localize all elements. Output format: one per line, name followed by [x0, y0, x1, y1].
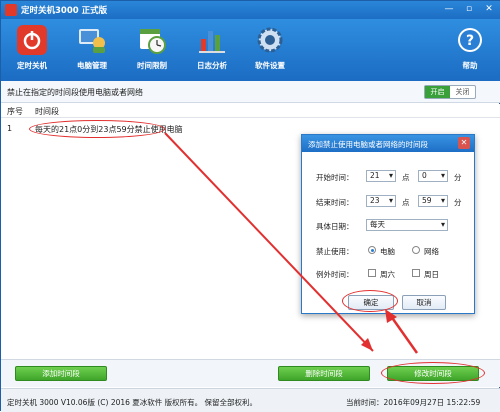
section-title: 禁止在指定的时间段使用电脑或者网络 — [7, 88, 143, 97]
app-logo-icon — [5, 4, 17, 16]
start-time-label: 开始时间： — [316, 173, 354, 182]
minute-unit: 分 — [454, 173, 462, 182]
start-minute-select[interactable]: 0 — [418, 170, 448, 182]
dialog-title: 添加禁止使用电脑或者网络的时间段 — [308, 140, 428, 149]
annotation-ellipse-modify — [381, 362, 485, 384]
title-bar: 定时关机3000 正式版 — ▫ ✕ — [1, 1, 500, 19]
radio-computer-label: 电脑 — [380, 247, 395, 256]
copyright-text: 定时关机 3000 V10.06版 (C) 2016 夏冰软件 版权所有。 保留… — [7, 398, 258, 407]
toggle-on[interactable]: 开启 — [425, 86, 450, 98]
dialog-title-bar: 添加禁止使用电脑或者网络的时间段 ✕ — [302, 135, 474, 152]
help-icon: ? — [455, 25, 485, 55]
delete-period-button[interactable]: 删除时间段 — [278, 366, 370, 381]
enable-toggle[interactable]: 开启 关闭 — [424, 85, 476, 99]
gear-icon — [255, 25, 285, 55]
end-time-label: 结束时间： — [316, 198, 354, 207]
except-label: 例外时间： — [316, 270, 354, 279]
end-minute-select[interactable]: 59 — [418, 195, 448, 207]
minimize-button[interactable]: — — [441, 3, 457, 16]
tool-label: 定时关机 — [17, 61, 47, 70]
end-hour-select[interactable]: 23 — [366, 195, 396, 207]
tool-computer-manage[interactable]: 电脑管理 — [69, 25, 115, 77]
checkbox-sunday-label: 周日 — [424, 270, 439, 279]
tool-label: 电脑管理 — [77, 61, 107, 70]
hour-unit: 点 — [402, 198, 410, 207]
annotation-ellipse-row — [29, 120, 165, 138]
tool-help[interactable]: ? 帮助 — [447, 25, 493, 77]
app-title: 定时关机3000 正式版 — [21, 6, 108, 16]
clock-calendar-icon — [137, 25, 167, 55]
cancel-button[interactable]: 取消 — [402, 295, 446, 310]
current-time: 当前时间：2016年09月27日 15:22:59 — [346, 398, 481, 407]
checkbox-sunday[interactable] — [412, 269, 420, 277]
checkbox-saturday-label: 周六 — [380, 270, 395, 279]
tool-label: 时间限制 — [137, 61, 167, 70]
svg-text:?: ? — [466, 33, 474, 49]
start-hour-select[interactable]: 21 — [366, 170, 396, 182]
status-bar: 定时关机 3000 V10.06版 (C) 2016 夏冰软件 版权所有。 保留… — [1, 388, 500, 412]
dialog-close-icon[interactable]: ✕ — [458, 137, 470, 149]
table-header: 序号 时间段 — [1, 104, 500, 118]
checkbox-saturday[interactable] — [368, 269, 376, 277]
tool-label: 软件设置 — [255, 61, 285, 70]
tool-settings[interactable]: 软件设置 — [247, 25, 293, 77]
date-label: 具体日期： — [316, 222, 354, 231]
column-header-no: 序号 — [7, 107, 23, 116]
radio-network-label: 网络 — [424, 247, 439, 256]
annotation-ellipse-ok — [342, 290, 398, 312]
minute-unit: 分 — [454, 198, 462, 207]
restore-button[interactable]: ▫ — [461, 3, 477, 16]
tool-label: 帮助 — [462, 61, 478, 70]
section-header: 禁止在指定的时间段使用电脑或者网络 开启 关闭 — [1, 81, 500, 103]
app-window: 定时关机3000 正式版 — ▫ ✕ 定时关机 电脑管理 时间限制 日志分析 软… — [0, 0, 500, 412]
close-button[interactable]: ✕ — [481, 3, 497, 16]
add-period-button[interactable]: 添加时间段 — [15, 366, 107, 381]
forbid-label: 禁止使用： — [316, 247, 354, 256]
add-period-dialog: 添加禁止使用电脑或者网络的时间段 ✕ 开始时间： 21 点 0 分 结束时间： … — [301, 134, 475, 314]
hour-unit: 点 — [402, 173, 410, 182]
main-toolbar: 定时关机 电脑管理 时间限制 日志分析 软件设置 ? 帮助 — [1, 19, 500, 81]
column-header-period: 时间段 — [35, 107, 59, 116]
chart-log-icon — [197, 25, 227, 55]
row-number: 1 — [7, 124, 13, 133]
date-select[interactable]: 每天 — [366, 219, 448, 231]
computer-manage-icon — [77, 25, 107, 55]
radio-network[interactable] — [412, 246, 420, 254]
tool-time-limit[interactable]: 时间限制 — [129, 25, 175, 77]
tool-label: 日志分析 — [197, 61, 227, 70]
radio-computer[interactable] — [368, 246, 376, 254]
tool-shutdown[interactable]: 定时关机 — [9, 25, 55, 77]
tool-log-analysis[interactable]: 日志分析 — [189, 25, 235, 77]
toggle-off[interactable]: 关闭 — [450, 86, 475, 98]
power-icon — [17, 25, 47, 55]
